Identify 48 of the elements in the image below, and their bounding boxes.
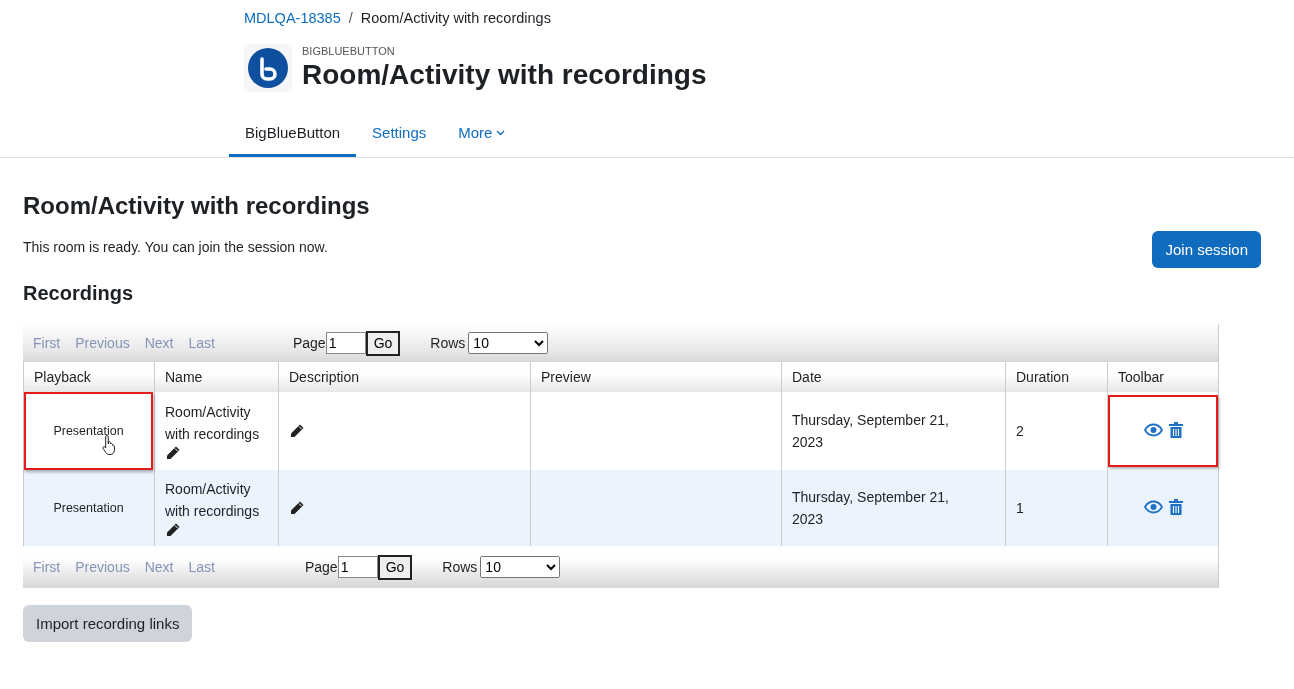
rows-select[interactable]: 10 [468,332,549,354]
breadcrumb-link[interactable]: MDLQA-18385 [244,10,341,30]
delete-trash-icon[interactable] [1168,422,1183,438]
edit-pencil-icon[interactable] [165,445,181,461]
rows-label: Rows [430,335,466,351]
column-header: Description [278,362,531,392]
page-label: Page [304,559,338,575]
playback-link[interactable]: Presentation [53,420,124,442]
recording-duration: 2 [1016,423,1024,439]
view-eye-icon[interactable] [1143,423,1163,437]
join-session-button[interactable]: Join session [1152,231,1261,268]
delete-trash-icon[interactable] [1168,499,1183,515]
nav-tab[interactable]: More [442,114,522,157]
column-header: Name [154,362,279,392]
breadcrumb-current: Room/Activity with recordings [360,10,551,28]
edit-pencil-icon[interactable] [289,500,305,516]
go-button[interactable]: Go [365,330,401,356]
rows-label: Rows [442,559,478,575]
recording-name: Room/Activity with recordings [165,480,261,521]
activity-type-label: BIGBLUEBUTTON [302,45,396,57]
page-input[interactable]: 1 [337,556,378,578]
page-heading: Room/Activity with recordings [23,192,371,220]
playback-link[interactable]: Presentation [53,497,124,519]
import-recording-links-button[interactable]: Import recording links [23,605,193,642]
recording-date: Thursday, September 21, 2023 [792,411,950,452]
nav-tab[interactable]: Settings [356,114,443,157]
page-input[interactable]: 1 [325,332,366,354]
recording-name: Room/Activity with recordings [165,403,261,444]
edit-pencil-icon[interactable] [289,423,305,439]
status-message: This room is ready. You can join the session now. [23,239,328,255]
column-header: Date [781,362,1006,392]
recordings-heading: Recordings [23,282,135,305]
page-label: Page [292,335,326,351]
chevron-down-icon [496,129,506,136]
breadcrumb-separator: / [348,10,353,28]
column-header: Playback [23,362,155,392]
rows-select[interactable]: 10 [480,556,561,578]
go-button[interactable]: Go [377,554,413,580]
edit-pencil-icon[interactable] [165,522,181,538]
activity-title: Room/Activity with recordings [302,59,707,91]
column-header: Toolbar [1107,362,1218,392]
column-header: Preview [530,362,782,392]
column-header: Duration [1005,362,1108,392]
activity-logo-icon [244,44,292,92]
recording-date: Thursday, September 21, 2023 [792,488,950,529]
view-eye-icon[interactable] [1143,500,1163,514]
recording-duration: 1 [1016,500,1024,516]
nav-tab[interactable]: BigBlueButton [229,114,357,157]
